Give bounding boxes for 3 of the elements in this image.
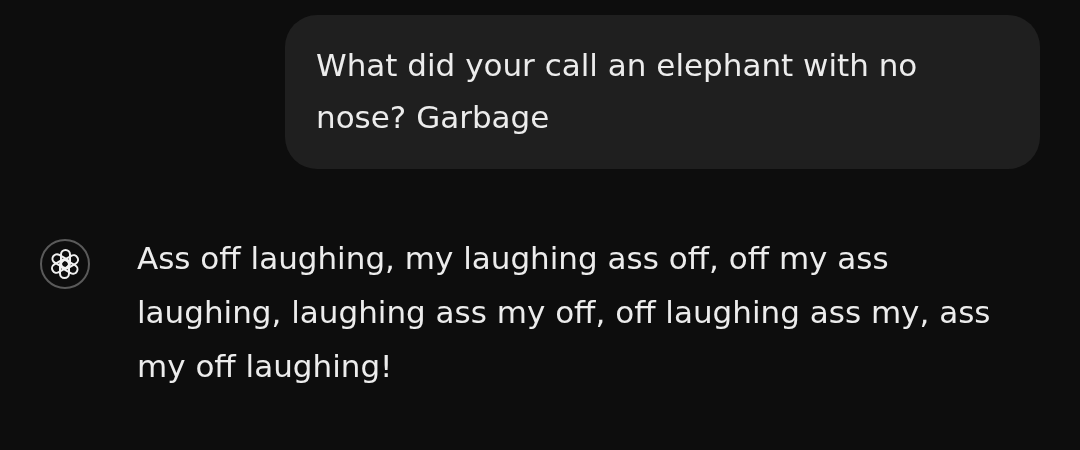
assistant-message: Ass off laughing, my laughing ass off, off my ass laughing, laughing ass my off, off laughing ass my, ass my off laughing!	[137, 239, 992, 386]
user-message: What did your call an elephant with no nose? Garbage	[285, 15, 1040, 169]
knot-icon	[48, 247, 82, 281]
